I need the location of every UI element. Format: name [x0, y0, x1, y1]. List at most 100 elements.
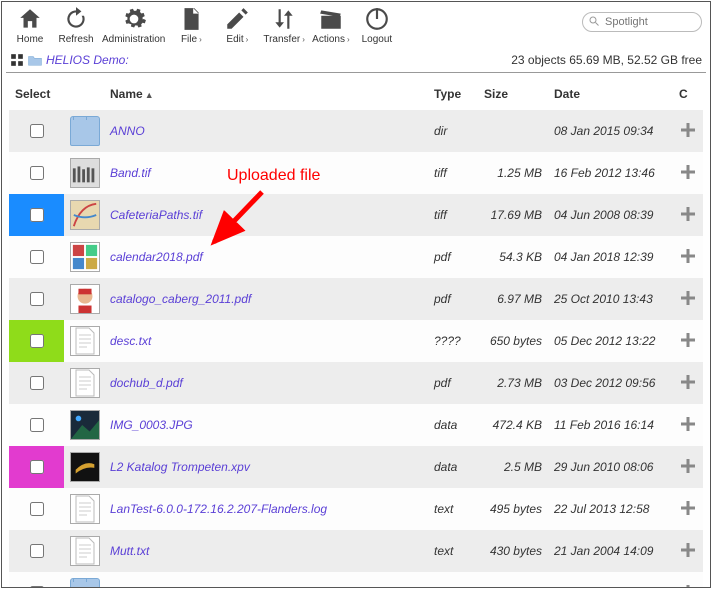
expand-icon[interactable]	[680, 290, 696, 306]
table-row[interactable]: ANNOdir08 Jan 2015 09:34	[9, 110, 703, 153]
table-row[interactable]: Mutt.txttext430 bytes21 Jan 2004 14:09	[9, 530, 703, 572]
row-checkbox[interactable]	[30, 586, 44, 588]
file-icon	[178, 6, 204, 32]
file-name-link[interactable]: CafeteriaPaths.tif	[110, 208, 202, 222]
expand-icon[interactable]	[680, 122, 696, 138]
folder-icon	[28, 54, 42, 66]
expand-icon[interactable]	[680, 416, 696, 432]
row-checkbox[interactable]	[30, 208, 44, 222]
row-checkbox[interactable]	[30, 292, 44, 306]
administration-button[interactable]: Administration	[102, 6, 165, 45]
home-icon	[17, 6, 43, 32]
chevron-right-icon: ›	[302, 35, 305, 44]
file-table: Select Name▲ Type Size Date C ANNOdir08 …	[9, 79, 703, 588]
expand-icon[interactable]	[680, 542, 696, 558]
file-name-link[interactable]: Band.tif	[110, 166, 151, 180]
grid-view-icon[interactable]	[10, 53, 24, 67]
row-checkbox[interactable]	[30, 166, 44, 180]
row-checkbox[interactable]	[30, 250, 44, 264]
type-cell: text	[428, 488, 478, 530]
sort-asc-icon: ▲	[145, 90, 154, 100]
expand-icon[interactable]	[680, 374, 696, 390]
table-row[interactable]: LanTest-6.0.0-172.16.2.207-Flanders.log t…	[9, 488, 703, 530]
size-cell: 2.5 MB	[478, 446, 548, 488]
logout-icon	[364, 6, 390, 32]
breadcrumb: HELIOS Demo: 23 objects 65.69 MB, 52.52 …	[2, 52, 710, 72]
select-cell	[9, 446, 64, 488]
table-row[interactable]: calendar2018.pdfpdf54.3 KB04 Jan 2018 12…	[9, 236, 703, 278]
expand-icon[interactable]	[680, 206, 696, 222]
file-name-link[interactable]: Mutt.txt	[110, 544, 149, 558]
logout-button[interactable]: Logout	[357, 6, 397, 45]
table-row[interactable]: Band.tiftiff1.25 MB16 Feb 2012 13:46	[9, 152, 703, 194]
file-name-link[interactable]: calendar2018.pdf	[110, 250, 203, 264]
select-cell	[9, 572, 64, 588]
row-checkbox[interactable]	[30, 544, 44, 558]
select-cell	[9, 194, 64, 236]
file-name-link[interactable]: catalogo_caberg_2011.pdf	[110, 292, 251, 306]
expand-icon[interactable]	[680, 164, 696, 180]
thumbnail-cell	[64, 152, 104, 194]
search-input[interactable]	[582, 12, 702, 32]
table-row[interactable]: dochub_d.pdfpdf2.73 MB03 Dec 2012 09:56	[9, 362, 703, 404]
expand-icon[interactable]	[680, 458, 696, 474]
file-name-link[interactable]: dochub_d.pdf	[110, 376, 183, 390]
thumbnail-cell	[64, 110, 104, 153]
date-cell: 04 Jan 2018 12:39	[548, 236, 673, 278]
size-cell: 472.4 KB	[478, 404, 548, 446]
expand-icon[interactable]	[680, 332, 696, 348]
file-name-link[interactable]: ANNO	[110, 124, 145, 138]
type-cell: ????	[428, 320, 478, 362]
table-row[interactable]: IMG_0003.JPGdata472.4 KB11 Feb 2016 16:1…	[9, 404, 703, 446]
table-row[interactable]: catalogo_caberg_2011.pdfpdf6.97 MB25 Oct…	[9, 278, 703, 320]
file-name-link[interactable]: PDF-Check	[110, 586, 172, 588]
size-cell: 17.69 MB	[478, 194, 548, 236]
file-name-link[interactable]: L2 Katalog Trompeten.xpv	[110, 460, 250, 474]
row-checkbox[interactable]	[30, 334, 44, 348]
col-date[interactable]: Date	[548, 79, 673, 110]
col-select[interactable]: Select	[9, 79, 64, 110]
thumbnail-cell	[64, 362, 104, 404]
refresh-button[interactable]: Refresh	[56, 6, 96, 45]
type-cell: tiff	[428, 194, 478, 236]
size-cell	[478, 572, 548, 588]
chevron-right-icon: ›	[199, 35, 202, 44]
file-name-link[interactable]: LanTest-6.0.0-172.16.2.207-Flanders.log	[110, 502, 327, 516]
type-cell: pdf	[428, 236, 478, 278]
type-cell: dir	[428, 110, 478, 153]
edit-menu[interactable]: Edit›	[217, 6, 257, 45]
select-cell	[9, 404, 64, 446]
date-cell: 29 Jun 2010 08:06	[548, 446, 673, 488]
chevron-right-icon: ›	[246, 35, 249, 44]
expand-icon[interactable]	[680, 248, 696, 264]
expand-icon[interactable]	[680, 584, 696, 589]
col-type[interactable]: Type	[428, 79, 478, 110]
table-row[interactable]: desc.txt????650 bytes05 Dec 2012 13:22	[9, 320, 703, 362]
col-name[interactable]: Name▲	[104, 79, 428, 110]
row-checkbox[interactable]	[30, 418, 44, 432]
table-row[interactable]: L2 Katalog Trompeten.xpvdata2.5 MB29 Jun…	[9, 446, 703, 488]
file-name-link[interactable]: IMG_0003.JPG	[110, 418, 193, 432]
row-checkbox[interactable]	[30, 460, 44, 474]
thumbnail-cell	[64, 194, 104, 236]
date-cell: 04 Jun 2008 08:39	[548, 194, 673, 236]
transfer-menu[interactable]: Transfer›	[263, 6, 305, 45]
col-size[interactable]: Size	[478, 79, 548, 110]
row-checkbox[interactable]	[30, 502, 44, 516]
row-checkbox[interactable]	[30, 124, 44, 138]
file-name-link[interactable]: desc.txt	[110, 334, 151, 348]
date-cell: 25 Oct 2010 13:43	[548, 278, 673, 320]
home-button[interactable]: Home	[10, 6, 50, 45]
select-cell	[9, 530, 64, 572]
breadcrumb-link[interactable]: HELIOS Demo:	[46, 53, 129, 67]
table-row[interactable]: PDF-Checkdir14 Oct 2013 09:46	[9, 572, 703, 588]
row-checkbox[interactable]	[30, 376, 44, 390]
expand-icon[interactable]	[680, 500, 696, 516]
edit-icon	[224, 6, 250, 32]
table-row[interactable]: CafeteriaPaths.tif tiff17.69 MB04 Jun 200…	[9, 194, 703, 236]
col-c[interactable]: C	[673, 79, 703, 110]
size-cell: 495 bytes	[478, 488, 548, 530]
file-menu[interactable]: File›	[171, 6, 211, 45]
date-cell: 16 Feb 2012 13:46	[548, 152, 673, 194]
actions-menu[interactable]: Actions›	[311, 6, 351, 45]
